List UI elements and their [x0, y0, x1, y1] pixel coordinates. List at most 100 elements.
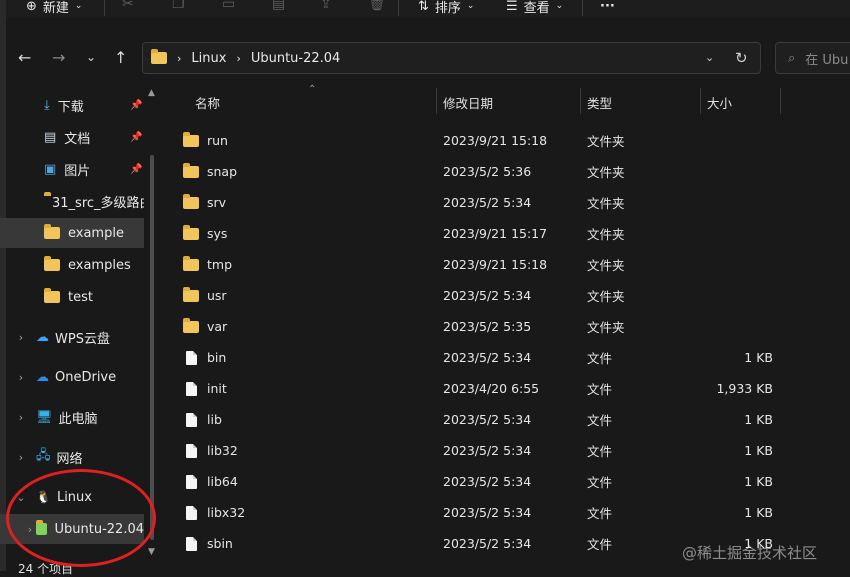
- file-row[interactable]: srv 2023/5/2 5:34 文件夹: [160, 187, 850, 218]
- back-arrow-icon[interactable]: ←: [18, 48, 31, 67]
- search-box[interactable]: ⌕ 在 Ubu: [775, 42, 850, 74]
- column-divider[interactable]: [780, 88, 781, 114]
- search-icon: ⌕: [788, 50, 796, 66]
- chevron-right-icon[interactable]: ›: [12, 411, 30, 424]
- file-row[interactable]: usr 2023/5/2 5:34 文件夹: [160, 280, 850, 311]
- file-name-cell: snap: [183, 156, 237, 187]
- chevron-right-icon[interactable]: ›: [12, 371, 30, 384]
- chevron-down-icon[interactable]: ⌄: [705, 51, 714, 64]
- file-modified: 2023/5/2 5:36: [443, 164, 532, 179]
- file-modified: 2023/5/2 5:34: [443, 443, 532, 458]
- sidebar-item-this-pc[interactable]: › 🖥 此电脑: [0, 402, 144, 432]
- delete-icon[interactable]: 🗑: [368, 0, 386, 12]
- sidebar-item-wps-cloud[interactable]: › ☁ WPS云盘: [0, 322, 144, 352]
- folder-icon: [44, 288, 60, 303]
- folder-icon: [151, 49, 167, 64]
- breadcrumb-ubuntu[interactable]: Ubuntu-22.04: [251, 51, 341, 66]
- file-size: 1 KB: [744, 474, 773, 489]
- file-row[interactable]: var 2023/5/2 5:35 文件夹: [160, 311, 850, 342]
- up-arrow-icon[interactable]: ↑: [114, 48, 127, 67]
- file-size: [700, 156, 773, 187]
- file-name-cell: libx32: [183, 497, 245, 528]
- address-bar[interactable]: › Linux › Ubuntu-22.04 ⌄ ↻: [142, 42, 761, 74]
- toolbar-divider: [398, 0, 399, 16]
- more-options-button[interactable]: ···: [600, 0, 615, 14]
- file-name: init: [207, 381, 227, 396]
- new-button[interactable]: ⊕ 新建 ⌄: [26, 0, 82, 16]
- column-divider[interactable]: [436, 88, 437, 114]
- sidebar-item-documents[interactable]: ▤ 文档 📌: [0, 122, 144, 152]
- file-row[interactable]: run 2023/9/21 15:18 文件夹: [160, 125, 850, 156]
- refresh-icon[interactable]: ↻: [735, 49, 748, 67]
- column-header-type[interactable]: 类型: [587, 88, 612, 116]
- scroll-down-arrow-icon[interactable]: ▼: [148, 547, 155, 557]
- file-type: 文件夹: [587, 258, 625, 273]
- file-name-cell: lib32: [183, 435, 238, 466]
- file-name-cell: srv: [183, 187, 226, 218]
- copy-icon[interactable]: ❐: [172, 0, 185, 12]
- file-type: 文件夹: [587, 289, 625, 304]
- breadcrumb-separator-icon: ›: [177, 51, 182, 65]
- file-row[interactable]: lib 2023/5/2 5:34 文件 1 KB: [160, 404, 850, 435]
- chevron-down-icon: ⌄: [555, 1, 564, 11]
- file-row[interactable]: bin 2023/5/2 5:34 文件 1 KB: [160, 342, 850, 373]
- sidebar-item-examples[interactable]: examples: [0, 250, 144, 280]
- rename-icon[interactable]: ▤: [272, 0, 285, 12]
- file-icon: [186, 381, 197, 396]
- file-row[interactable]: lib32 2023/5/2 5:34 文件 1 KB: [160, 435, 850, 466]
- forward-arrow-icon[interactable]: →: [52, 48, 65, 67]
- file-icon: [186, 350, 197, 365]
- toolbar-divider: [582, 0, 583, 16]
- chevron-right-icon[interactable]: ›: [12, 451, 30, 464]
- pin-icon[interactable]: 📌: [130, 100, 142, 111]
- file-row[interactable]: tmp 2023/9/21 15:18 文件夹: [160, 249, 850, 280]
- recent-chevron-icon[interactable]: ⌄: [86, 50, 96, 64]
- paste-icon[interactable]: ▭: [222, 0, 235, 12]
- column-divider[interactable]: [580, 88, 581, 114]
- file-modified: 2023/5/2 5:34: [443, 536, 532, 551]
- file-name-cell: run: [183, 125, 228, 156]
- column-header-modified[interactable]: 修改日期: [443, 88, 493, 116]
- breadcrumb-linux[interactable]: Linux: [191, 51, 226, 66]
- pin-icon[interactable]: 📌: [130, 164, 142, 175]
- file-type: 文件: [587, 382, 613, 397]
- file-size: 1 KB: [744, 350, 773, 365]
- cut-icon[interactable]: ✂: [122, 0, 134, 12]
- view-button[interactable]: ☰ 查看 ⌄: [506, 0, 564, 16]
- file-size: [700, 249, 773, 280]
- file-type: 文件夹: [587, 134, 625, 149]
- file-row[interactable]: libx32 2023/5/2 5:34 文件 1 KB: [160, 497, 850, 528]
- pin-icon[interactable]: 📌: [130, 132, 142, 143]
- document-icon: ▤: [44, 129, 57, 145]
- scroll-up-arrow-icon[interactable]: ▲: [148, 88, 155, 98]
- folder-icon: [183, 162, 199, 178]
- plus-circle-icon: ⊕: [26, 0, 37, 14]
- file-row[interactable]: snap 2023/5/2 5:36 文件夹: [160, 156, 850, 187]
- file-name-cell: lib64: [183, 466, 238, 497]
- sort-button[interactable]: ⇅ 排序 ⌄: [418, 0, 475, 16]
- file-modified: 2023/5/2 5:34: [443, 505, 532, 520]
- file-size: [700, 311, 773, 342]
- sidebar-scrollbar[interactable]: [150, 155, 154, 540]
- file-row[interactable]: lib64 2023/5/2 5:34 文件 1 KB: [160, 466, 850, 497]
- file-name-cell: init: [183, 373, 227, 404]
- file-row[interactable]: init 2023/4/20 6:55 文件 1,933 KB: [160, 373, 850, 404]
- sidebar-item-network[interactable]: › 🖧 网络: [0, 442, 144, 472]
- sidebar-item-example[interactable]: example: [0, 218, 144, 248]
- sidebar-item-31-src[interactable]: 31_src_多级路由: [0, 186, 144, 216]
- column-divider[interactable]: [700, 88, 701, 114]
- chevron-right-icon[interactable]: ›: [12, 331, 30, 344]
- chevron-down-icon: ⌄: [466, 1, 475, 11]
- file-row[interactable]: sys 2023/9/21 15:17 文件夹: [160, 218, 850, 249]
- file-name: lib64: [207, 474, 238, 489]
- column-header-name[interactable]: 名称: [195, 88, 220, 116]
- sidebar-item-test[interactable]: test: [0, 282, 144, 312]
- share-icon[interactable]: ⇪: [320, 0, 332, 12]
- file-name: tmp: [207, 257, 233, 272]
- column-header-size[interactable]: 大小: [707, 88, 732, 116]
- file-type: 文件: [587, 475, 613, 490]
- sidebar-item-pictures[interactable]: ▣ 图片 📌: [0, 154, 144, 184]
- sidebar-item-downloads[interactable]: ⤓ 下载 📌: [0, 90, 144, 120]
- file-name-cell: bin: [183, 342, 226, 373]
- sidebar-item-onedrive[interactable]: › ☁ OneDrive: [0, 362, 144, 392]
